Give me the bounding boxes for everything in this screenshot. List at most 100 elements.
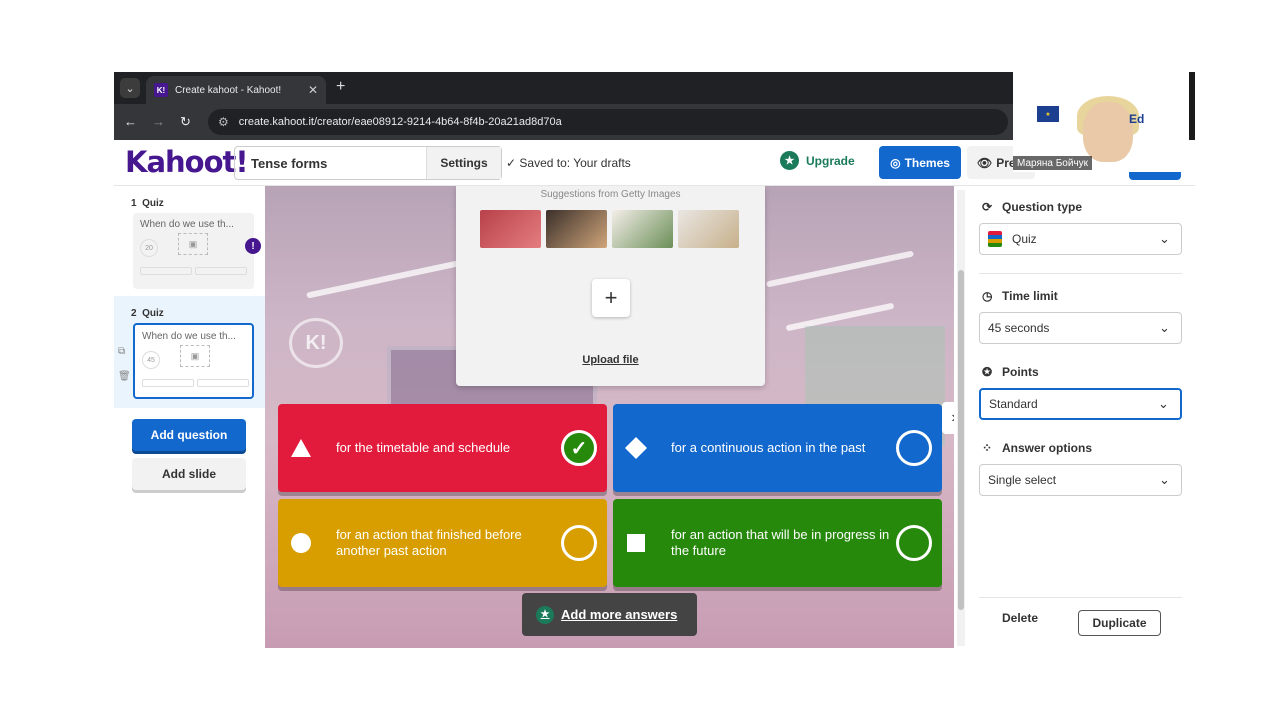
kahoot-logo[interactable]: Kahoot! — [125, 145, 249, 179]
triangle-icon — [290, 437, 312, 459]
upgrade-button[interactable]: ★ Upgrade — [780, 151, 855, 170]
add-question-button[interactable]: Add question — [132, 419, 246, 451]
star-icon: ★ — [536, 605, 554, 624]
themes-button[interactable]: ◎ Themes — [879, 146, 961, 179]
close-tab-icon[interactable]: ✕ — [308, 83, 318, 97]
kahoot-favicon-icon: K! — [154, 83, 168, 97]
checkmark-icon: ✓ — [506, 156, 520, 170]
answer-options-select[interactable]: Single select ⌄ — [979, 464, 1182, 496]
forward-icon[interactable]: → — [152, 114, 165, 129]
answer-text[interactable]: for the timetable and schedule — [336, 440, 561, 456]
question-type-value: Quiz — [1012, 232, 1037, 246]
time-limit-value: 45 seconds — [988, 321, 1050, 335]
thumbnail-timer: 45 — [142, 351, 160, 369]
chevron-down-icon: ⌄ — [1159, 320, 1170, 335]
points-select[interactable]: Standard ⌄ — [979, 388, 1182, 420]
thumbnail-question: When do we use th... — [142, 331, 236, 342]
scrollbar-thumb[interactable] — [958, 270, 964, 610]
url-field[interactable]: ⚙ create.kahoot.it/creator/eae08912-9214… — [208, 109, 1008, 135]
kahoot-crest-icon: K! — [289, 318, 343, 368]
add-media-button[interactable]: + — [592, 279, 630, 317]
question-type-select[interactable]: Quiz ⌄ — [979, 223, 1182, 255]
new-tab-icon[interactable]: + — [336, 78, 345, 96]
grid-icon: ⁘ — [982, 441, 993, 455]
answer-options-value: Single select — [988, 473, 1057, 487]
save-status-text: Saved to: Your drafts — [519, 156, 631, 170]
square-icon — [625, 532, 647, 554]
chevron-down-icon: ⌄ — [1159, 231, 1170, 246]
slide-sidebar: 1 Quiz When do we use th... 20 ▣ ! 2 Qui… — [114, 186, 265, 648]
webcam-overlay: ★ Ed Маряна Бойчук — [1013, 72, 1189, 172]
eu-flag-icon: ★ — [1037, 106, 1059, 122]
save-status: ✓ Saved to: Your drafts — [506, 156, 631, 170]
time-limit-label: ◷ Time limit — [982, 289, 1058, 303]
slide-thumbnail[interactable]: When do we use th... 20 ▣ — [133, 213, 254, 289]
media-panel: Suggestions from Getty Images + Upload f… — [456, 186, 765, 386]
site-settings-icon[interactable]: ⚙ — [218, 115, 229, 129]
points-label: ✪ Points — [982, 365, 1039, 379]
correct-check-icon[interactable]: ✓ — [561, 430, 597, 466]
palette-icon: ◎ — [890, 155, 901, 170]
award-icon: ✪ — [982, 365, 993, 379]
suggested-image[interactable] — [546, 210, 607, 248]
tab-title: Create kahoot - Kahoot! — [175, 84, 282, 96]
slide-label: 2 Quiz — [131, 308, 164, 319]
upgrade-label: Upgrade — [806, 153, 855, 168]
thumbnail-answer — [197, 379, 249, 387]
answer-2[interactable]: for a continuous action in the past — [613, 404, 942, 492]
participant-name: Маряна Бойчук — [1013, 156, 1093, 170]
thumbnail-timer: 20 — [140, 239, 158, 257]
thumbnail-answer — [140, 267, 192, 275]
browser-tab[interactable]: K! Create kahoot - Kahoot! ✕ — [146, 76, 326, 104]
slide-label: 1 Quiz — [131, 198, 164, 209]
add-slide-button[interactable]: Add slide — [132, 458, 246, 490]
canvas-scrollbar[interactable] — [957, 190, 965, 646]
suggested-image[interactable] — [678, 210, 739, 248]
points-value: Standard — [989, 397, 1038, 411]
reload-icon[interactable]: ↻ — [180, 114, 191, 130]
add-more-answers-button[interactable]: ★ Add more answers — [522, 593, 697, 636]
answer-text[interactable]: for an action that finished before anoth… — [336, 527, 561, 559]
suggested-image[interactable] — [480, 210, 541, 248]
slide-item-1[interactable]: 1 Quiz When do we use th... 20 ▣ ! — [114, 186, 265, 294]
answer-text[interactable]: for an action that will be in progress i… — [671, 527, 896, 559]
url-text: create.kahoot.it/creator/eae08912-9214-4… — [238, 116, 562, 128]
delete-button[interactable]: Delete — [1002, 611, 1038, 625]
kahoot-title[interactable]: Tense forms — [235, 156, 426, 171]
question-canvas: K! Suggestions from Getty Images + Uploa… — [265, 186, 954, 648]
slide-thumbnail-active[interactable]: When do we use th... 45 ▣ — [133, 323, 254, 399]
thumbnail-answer — [195, 267, 247, 275]
warning-icon[interactable]: ! — [245, 238, 261, 254]
chevron-right-icon[interactable]: › — [942, 402, 954, 434]
correct-toggle-icon[interactable] — [561, 525, 597, 561]
answer-options-label: ⁘ Answer options — [982, 441, 1093, 455]
answer-text[interactable]: for a continuous action in the past — [671, 440, 896, 456]
image-placeholder-icon: ▣ — [180, 345, 210, 367]
correct-toggle-icon[interactable] — [896, 430, 932, 466]
answer-4[interactable]: for an action that will be in progress i… — [613, 499, 942, 587]
time-limit-select[interactable]: 45 seconds ⌄ — [979, 312, 1182, 344]
slide-item-2[interactable]: 2 Quiz ⧉ 🗑 When do we use th... 45 ▣ — [114, 296, 265, 408]
quiz-icon — [988, 231, 1002, 247]
suggested-image[interactable] — [612, 210, 673, 248]
project-logo: Ed — [1129, 112, 1145, 126]
trash-icon[interactable]: 🗑 — [118, 371, 131, 382]
question-type-label: ⟳ Question type — [982, 200, 1083, 214]
settings-button[interactable]: Settings — [426, 147, 501, 179]
frame-edge — [1189, 72, 1195, 140]
duplicate-button[interactable]: Duplicate — [1078, 610, 1161, 636]
themes-label: Themes — [904, 155, 950, 170]
star-icon: ★ — [780, 151, 799, 170]
upload-file-link[interactable]: Upload file — [456, 354, 765, 366]
question-settings-panel: ⟳ Question type Quiz ⌄ ◷ Time limit 45 s… — [972, 186, 1195, 648]
tab-list-icon[interactable]: ⌄ — [120, 78, 140, 98]
answer-1[interactable]: for the timetable and schedule ✓ — [278, 404, 607, 492]
back-icon[interactable]: ← — [124, 114, 137, 129]
correct-toggle-icon[interactable] — [896, 525, 932, 561]
question-type-icon: ⟳ — [982, 200, 993, 214]
eye-icon: 👁 — [977, 155, 993, 170]
kahoot-title-field[interactable]: Tense forms Settings — [234, 146, 502, 180]
chevron-down-icon: ⌄ — [1159, 472, 1170, 487]
duplicate-slide-icon[interactable]: ⧉ — [118, 346, 125, 357]
answer-3[interactable]: for an action that finished before anoth… — [278, 499, 607, 587]
